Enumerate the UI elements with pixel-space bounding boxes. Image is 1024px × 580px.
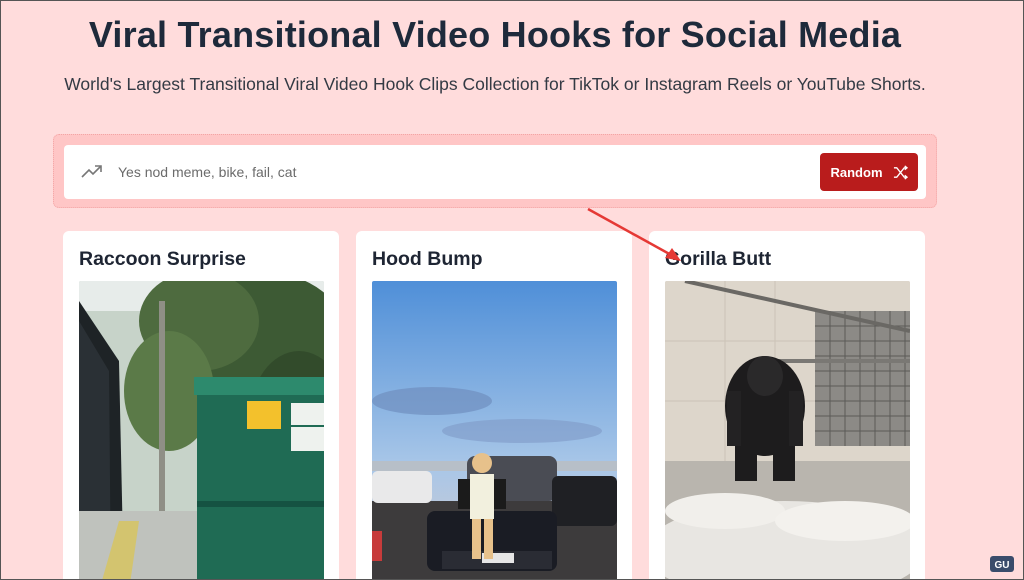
random-button[interactable]: Random: [820, 153, 918, 191]
video-card-raccoon-surprise[interactable]: Raccoon Surprise: [63, 231, 339, 580]
shuffle-icon: [893, 164, 908, 180]
hood-bump-thumbnail-image: [372, 281, 617, 580]
raccoon-thumbnail-image: [79, 281, 324, 580]
video-thumbnail[interactable]: [372, 281, 617, 580]
video-card-gorilla-butt[interactable]: Gorilla Butt: [649, 231, 925, 580]
gorilla-thumbnail-image: [665, 281, 910, 580]
video-thumbnail[interactable]: [79, 281, 324, 580]
search-input[interactable]: [118, 157, 798, 187]
watermark-logo-icon: GU: [990, 556, 1014, 572]
random-button-label: Random: [830, 164, 883, 180]
trending-up-icon: [81, 165, 102, 178]
video-thumbnail[interactable]: [665, 281, 910, 580]
svg-text:GU: GU: [995, 560, 1010, 571]
search-panel: Random: [53, 134, 937, 208]
card-title: Gorilla Butt: [665, 248, 772, 270]
page-subtitle: World's Largest Transitional Viral Video…: [64, 74, 926, 94]
search-bar: Random: [64, 145, 926, 199]
card-title: Hood Bump: [372, 248, 483, 270]
video-card-hood-bump[interactable]: Hood Bump: [356, 231, 632, 580]
card-title: Raccoon Surprise: [79, 248, 246, 270]
page-title: Viral Transitional Video Hooks for Socia…: [88, 14, 902, 55]
